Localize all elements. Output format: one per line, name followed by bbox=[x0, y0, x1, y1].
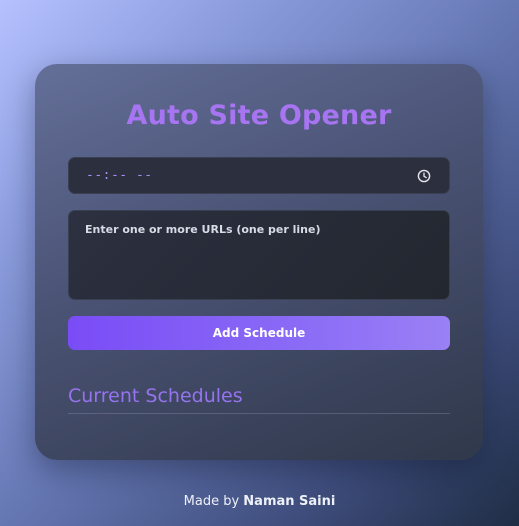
schedules-divider bbox=[68, 413, 450, 414]
footer-author: Naman Saini bbox=[243, 494, 336, 509]
clock-icon[interactable] bbox=[417, 169, 431, 183]
current-schedules-heading: Current Schedules bbox=[68, 385, 243, 407]
scheduler-card: Auto Site Opener --:-- -- Enter one or m… bbox=[35, 64, 483, 460]
add-schedule-button[interactable]: Add Schedule bbox=[68, 316, 450, 350]
footer: Made by Naman Saini bbox=[0, 494, 519, 509]
footer-prefix: Made by bbox=[183, 494, 244, 509]
app-title: Auto Site Opener bbox=[126, 100, 392, 131]
time-input-value: --:-- -- bbox=[86, 168, 153, 183]
urls-placeholder: Enter one or more URLs (one per line) bbox=[85, 223, 321, 236]
time-input[interactable]: --:-- -- bbox=[68, 157, 450, 194]
